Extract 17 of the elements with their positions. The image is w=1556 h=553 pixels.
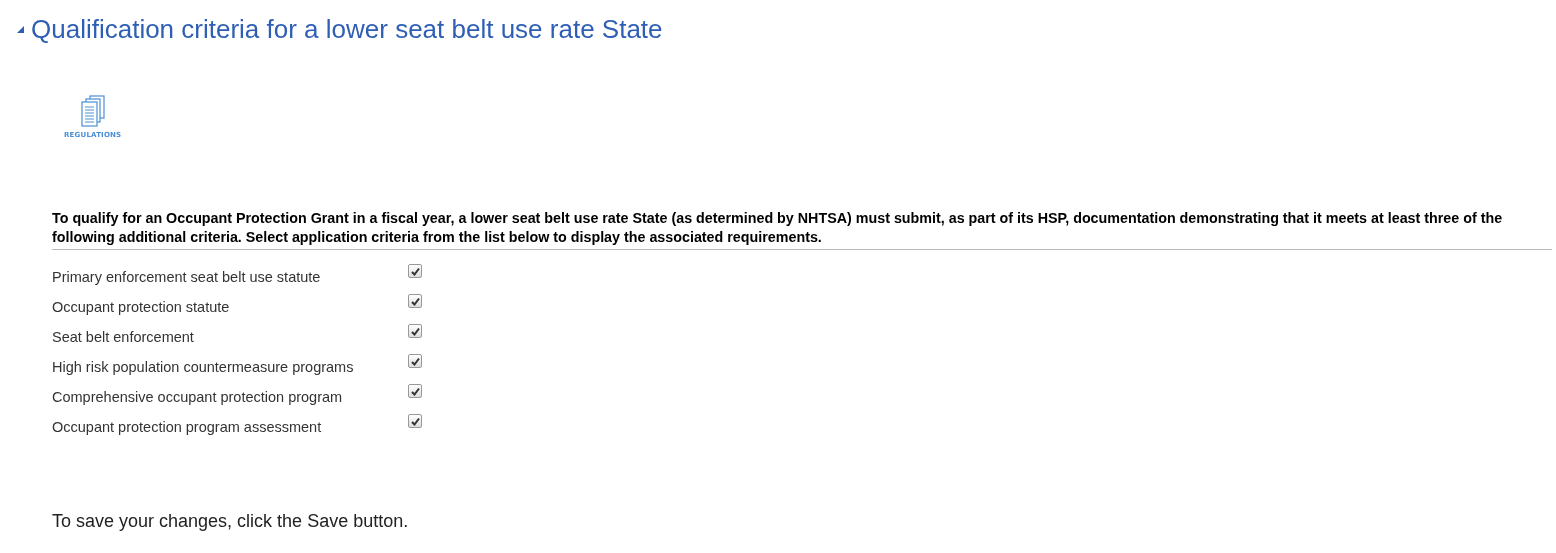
criterion-checkbox[interactable]	[408, 384, 422, 398]
criterion-checkbox[interactable]	[408, 294, 422, 308]
criterion-label: Primary enforcement seat belt use statute	[52, 269, 322, 285]
criterion-label: Occupant protection program assessment	[52, 419, 323, 435]
save-note: To save your changes, click the Save button.	[52, 511, 410, 532]
criterion-label: Seat belt enforcement	[52, 329, 195, 345]
instructions-paragraph: To qualify for an Occupant Protection Grant in a fiscal year, a lower seat belt use rate State (as determined by NHTSA) must submit, as part of its HSP, documentation demonstrating that it meets at least three of the following additional criteria. Select application criteria from the list below to display the associated requirements.	[52, 209, 1552, 250]
criterion-checkbox[interactable]	[408, 264, 422, 278]
collapse-triangle-icon[interactable]	[16, 25, 25, 34]
criterion-checkbox[interactable]	[408, 354, 422, 368]
criterion-label: High risk population countermeasure programs	[52, 359, 355, 375]
section-title: Qualification criteria for a lower seat belt use rate State	[31, 14, 663, 45]
documents-icon	[79, 95, 106, 127]
criterion-checkbox[interactable]	[408, 414, 422, 428]
criterion-checkbox[interactable]	[408, 324, 422, 338]
criterion-label: Comprehensive occupant protection program	[52, 389, 344, 405]
criterion-label: Occupant protection statute	[52, 299, 231, 315]
